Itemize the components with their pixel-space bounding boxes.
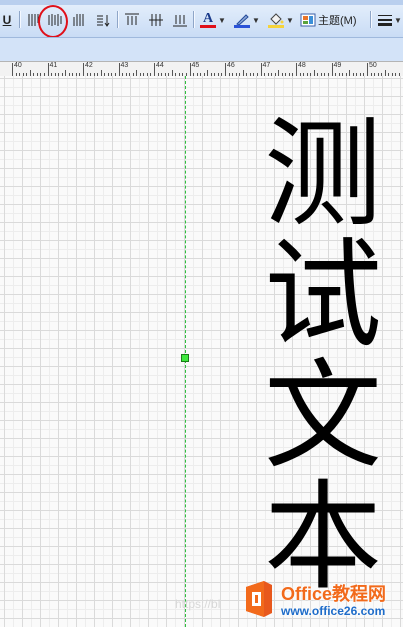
ruler-label: 50: [369, 62, 377, 69]
pen-icon: [236, 13, 249, 25]
toolbar-separator: [19, 11, 20, 28]
ruler-tick: [331, 63, 333, 76]
ruler-label: 45: [191, 62, 200, 69]
paint-bucket-icon: [270, 12, 284, 25]
chevron-down-icon: ▼: [286, 15, 294, 25]
theme-button[interactable]: 主题(M): [300, 9, 364, 31]
ruler-tick: [296, 63, 297, 76]
underline-button[interactable]: U: [1, 9, 13, 31]
selection-handle[interactable]: [181, 354, 189, 362]
ruler-label: 41: [49, 62, 58, 69]
toolbar-separator: [370, 11, 371, 28]
chevron-down-icon: ▼: [218, 15, 226, 25]
align-middle-icon: [149, 14, 163, 26]
faint-watermark-url: https://bl: [175, 597, 221, 611]
align-top-icon: [125, 13, 139, 25]
vertical-text-shape[interactable]: 测试文本: [258, 114, 388, 598]
theme-label: 主题(M): [318, 15, 357, 27]
ruler-label: 49: [333, 62, 342, 69]
line-color-swatch: [234, 24, 251, 28]
toolbar-separator: [193, 11, 194, 28]
align-middle-button[interactable]: [147, 9, 165, 31]
fill-color-swatch: [268, 24, 285, 28]
formatting-toolbar: U A ▼ ▼ ▼ 主题(M) ▼: [0, 0, 403, 38]
ruler-tick: [189, 63, 191, 76]
ruler-tick: [118, 63, 120, 76]
ruler-tick: [47, 63, 49, 76]
ruler-tick: [12, 63, 13, 76]
align-bottom-icon: [173, 15, 187, 27]
align-top-button[interactable]: [123, 9, 141, 31]
ruler-label: 47: [262, 62, 271, 69]
ruler-label: 46: [227, 62, 235, 69]
ruler-label: 42: [85, 62, 93, 69]
font-color-label: A: [202, 11, 214, 26]
red-highlight-circle: [38, 5, 68, 37]
font-color-button[interactable]: A ▼: [198, 9, 228, 31]
chevron-down-icon: ▼: [394, 15, 402, 25]
office-logo-icon: [246, 581, 272, 617]
vertical-align-right-icon: [73, 14, 84, 26]
watermark: Office教程网 www.office26.com: [238, 574, 403, 624]
ruler-tick: [83, 63, 84, 76]
line-color-button[interactable]: ▼: [232, 9, 262, 31]
toolbar-separator: [117, 11, 118, 28]
ruler-label: 40: [14, 62, 22, 69]
align-right-vertical-button[interactable]: [70, 9, 88, 31]
ruler-tick: [260, 63, 262, 76]
ruler-label: 43: [120, 62, 129, 69]
chevron-down-icon: ▼: [252, 15, 260, 25]
text-direction-button[interactable]: [94, 9, 112, 31]
watermark-brand: Office教程网: [281, 584, 387, 604]
watermark-url: www.office26.com: [281, 604, 386, 618]
ruler-tick: [154, 63, 155, 76]
drawing-canvas[interactable]: 测试文本: [0, 76, 403, 627]
align-bottom-button[interactable]: [171, 9, 189, 31]
fill-color-button[interactable]: ▼: [266, 9, 296, 31]
ruler-tick: [225, 63, 226, 76]
ruler-label: 48: [298, 62, 306, 69]
line-weight-button[interactable]: ▼: [377, 9, 403, 31]
text-direction-icon: [97, 15, 110, 27]
line-weight-icon: [378, 15, 393, 26]
toolbar-top-strip: [0, 0, 403, 5]
font-color-swatch: [200, 25, 217, 28]
ruler-label: 44: [156, 62, 164, 69]
vertical-guide-line: [185, 76, 186, 627]
ruler-tick: [367, 63, 368, 76]
toolbar-band: [0, 38, 403, 61]
theme-icon: [300, 13, 316, 27]
horizontal-ruler: 40 41 42 43 44 45 46 47 48 49 50: [0, 61, 403, 77]
